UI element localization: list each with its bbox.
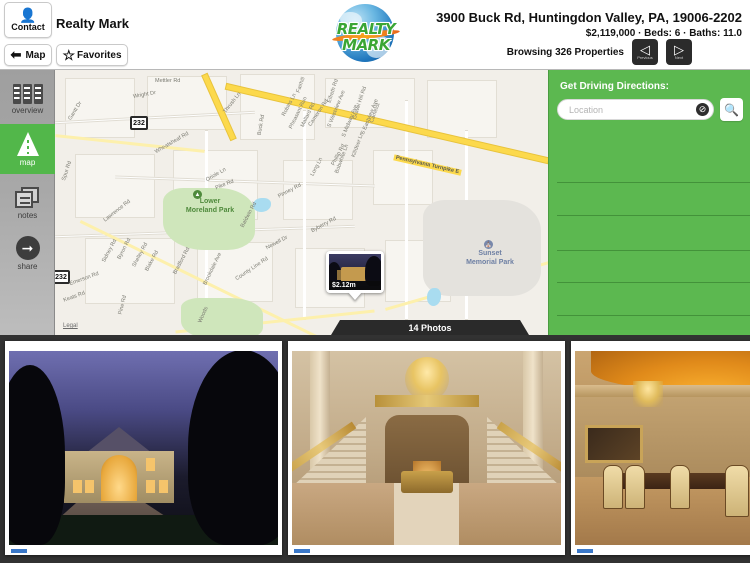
directions-row-divider: [557, 250, 750, 251]
search-directions-button[interactable]: 🔍: [720, 98, 743, 121]
previous-button-label: Previous: [637, 55, 653, 60]
park-label-line1: Lower: [199, 198, 221, 205]
directions-row-divider: [557, 215, 750, 216]
callout-thumbnail: $2.12m: [329, 254, 381, 290]
property-details: $2,119,000 · Beds: 6 · Baths: 11.0: [585, 28, 742, 39]
sidebar-item-share-label: share: [17, 261, 38, 271]
park-green-south: [181, 298, 263, 335]
location-input[interactable]: [557, 99, 714, 120]
previous-property-button[interactable]: ◁ Previous: [632, 39, 658, 65]
share-arrow-icon: ➞: [15, 235, 40, 260]
contact-button[interactable]: 👤 Contact: [4, 2, 52, 38]
app-root: 👤 Contact Realty Mark ⬅ Map ☆ Favorites …: [0, 0, 750, 563]
driving-directions-panel: Get Driving Directions: ⊘ 🔍: [548, 70, 750, 335]
sidebar-item-map[interactable]: map: [0, 124, 55, 174]
route-shield-232-west: 232: [55, 270, 70, 284]
map-canvas[interactable]: 232 232 Mettler Rd Wright Dr Thrush Ln R…: [55, 70, 548, 335]
cemetery-sunset-memorial: [423, 200, 541, 296]
notes-icon: [14, 186, 42, 209]
photos-count-bar[interactable]: 14 Photos: [331, 320, 529, 335]
sidebar-item-overview-label: overview: [11, 105, 44, 115]
callout-price: $2.12m: [329, 281, 381, 290]
app-header: 👤 Contact Realty Mark ⬅ Map ☆ Favorites …: [0, 0, 750, 70]
photo-grand-foyer: [292, 351, 561, 545]
content-area: overview map notes ➞ share 232 232 Mettl…: [0, 70, 750, 335]
park-label-line2: Moreland Park: [185, 207, 235, 214]
person-icon: 👤: [19, 6, 37, 23]
star-icon: ☆: [62, 47, 76, 63]
road-icon: [16, 131, 39, 156]
property-map-callout[interactable]: $2.12m: [326, 251, 384, 300]
photo-strip: [0, 335, 750, 563]
sidebar-item-share[interactable]: ➞ share: [0, 228, 55, 278]
next-property-button[interactable]: ▷ Next: [666, 39, 692, 65]
photo-tag: [577, 549, 593, 553]
clear-circle-icon[interactable]: ⊘: [696, 103, 709, 116]
photo-tag: [294, 549, 310, 553]
photo-dining-room: [575, 351, 750, 545]
property-address: 3900 Buck Rd, Huntingdon Valley, PA, 190…: [436, 10, 742, 25]
realty-mark-logo: REALTY MARK: [330, 2, 402, 64]
photo-mansion-exterior: [9, 351, 278, 545]
photo-card-2[interactable]: [288, 341, 565, 555]
location-input-wrapper: ⊘: [557, 99, 714, 120]
chevron-right-icon: ▷: [674, 42, 684, 57]
back-arrow-icon: ⬅: [10, 47, 22, 62]
favorites-button-label: Favorites: [77, 49, 122, 61]
street-label: Newell Dr: [264, 234, 289, 252]
directions-title: Get Driving Directions:: [560, 81, 669, 92]
photo-card-3[interactable]: [571, 341, 750, 555]
directions-row-divider: [557, 282, 750, 283]
sidebar-item-notes[interactable]: notes: [0, 178, 55, 228]
map-button-label: Map: [25, 49, 46, 61]
route-shield-232: 232: [130, 116, 148, 130]
photo-card-1[interactable]: [5, 341, 282, 555]
brand-name: Realty Mark: [56, 16, 129, 31]
street-label: Mettler Rd: [155, 78, 181, 84]
overview-icon: [12, 83, 43, 104]
cemetery-label-line2: Memorial Park: [466, 259, 514, 266]
search-icon: 🔍: [724, 102, 739, 117]
street-label: Killdeer Ln: [350, 131, 366, 159]
contact-button-label: Contact: [11, 21, 45, 32]
browsing-count: Browsing 326 Properties: [506, 47, 624, 58]
directions-row-divider: [557, 315, 750, 316]
street-label: Spur Rd: [61, 160, 74, 182]
sidebar-item-notes-label: notes: [17, 210, 38, 220]
photo-tag: [11, 549, 27, 553]
cemetery-marker-icon: ⛪: [484, 240, 493, 249]
map-back-button[interactable]: ⬅ Map: [4, 44, 52, 66]
chevron-left-icon: ◁: [640, 42, 650, 57]
callout-tail: [348, 292, 362, 300]
sidebar-item-overview[interactable]: overview: [0, 74, 55, 124]
sidebar-item-map-label: map: [19, 157, 36, 167]
street-label: Keats Rd: [62, 290, 86, 304]
next-button-label: Next: [674, 55, 684, 60]
cemetery-label-line1: Sunset: [478, 250, 502, 257]
map-legal-link[interactable]: Legal: [63, 323, 78, 329]
directions-row-divider: [557, 182, 750, 183]
left-sidebar: overview map notes ➞ share: [0, 70, 55, 335]
logo-text-line2: MARK: [342, 36, 390, 54]
favorites-button[interactable]: ☆ Favorites: [56, 44, 128, 66]
